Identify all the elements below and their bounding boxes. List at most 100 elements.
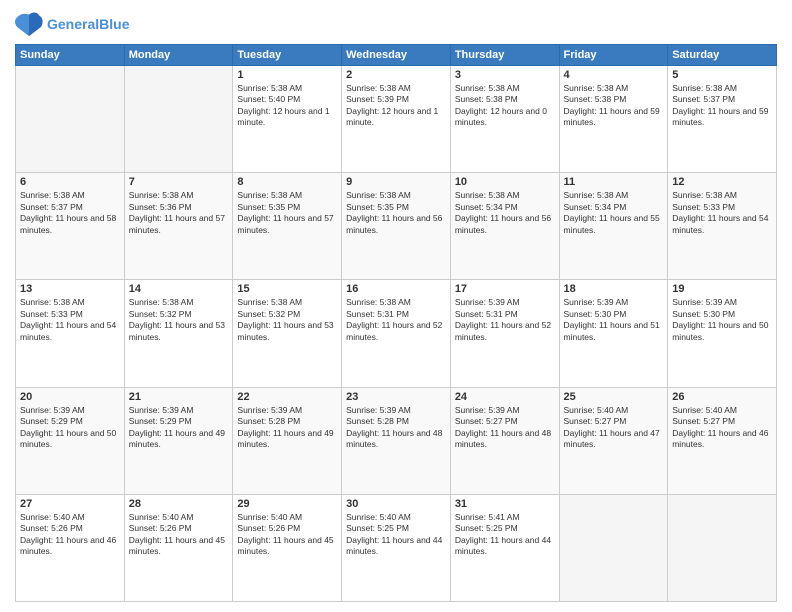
day-info: Sunrise: 5:39 AMSunset: 5:28 PMDaylight:… — [237, 405, 337, 451]
calendar-cell: 8Sunrise: 5:38 AMSunset: 5:35 PMDaylight… — [233, 173, 342, 280]
day-number: 10 — [455, 176, 555, 188]
logo: GeneralBlue — [15, 10, 129, 38]
calendar-cell — [16, 66, 125, 173]
day-info: Sunrise: 5:38 AMSunset: 5:32 PMDaylight:… — [237, 297, 337, 343]
calendar-cell: 17Sunrise: 5:39 AMSunset: 5:31 PMDayligh… — [450, 280, 559, 387]
day-number: 22 — [237, 391, 337, 403]
calendar-cell: 26 Sunrise: 5:40 AMSunset: 5:27 PMDayligh… — [668, 387, 777, 494]
day-number: 19 — [672, 283, 772, 295]
day-info: Sunrise: 5:40 AMSunset: 5:26 PMDaylight:… — [129, 512, 229, 558]
calendar-cell: 4Sunrise: 5:38 AMSunset: 5:38 PMDaylight… — [559, 66, 668, 173]
day-number: 15 — [237, 283, 337, 295]
day-number: 14 — [129, 283, 229, 295]
day-number: 2 — [346, 69, 446, 81]
calendar-cell: 30Sunrise: 5:40 AMSunset: 5:25 PMDayligh… — [342, 494, 451, 601]
day-number: 29 — [237, 498, 337, 510]
header: GeneralBlue — [15, 10, 777, 38]
day-info: Sunrise: 5:40 AMSunset: 5:25 PMDaylight:… — [346, 512, 446, 558]
day-info: Sunrise: 5:39 AMSunset: 5:31 PMDaylight:… — [455, 297, 555, 343]
calendar-cell: 14 Sunrise: 5:38 AMSunset: 5:32 PMDayligh… — [124, 280, 233, 387]
day-info: Sunrise: 5:39 AMSunset: 5:27 PMDaylight:… — [455, 405, 555, 451]
calendar-cell: 6 Sunrise: 5:38 AMSunset: 5:37 PMDaylight… — [16, 173, 125, 280]
calendar-cell: 31Sunrise: 5:41 AMSunset: 5:25 PMDayligh… — [450, 494, 559, 601]
day-info: Sunrise: 5:40 AMSunset: 5:27 PMDaylight:… — [564, 405, 664, 451]
day-number: 5 — [672, 69, 772, 81]
calendar-week-row: 1 Sunrise: 5:38 AMSunset: 5:40 PMDaylight… — [16, 66, 777, 173]
day-number: 20 — [20, 391, 120, 403]
day-number: 26 — [672, 391, 772, 403]
calendar-cell: 10Sunrise: 5:38 AMSunset: 5:34 PMDayligh… — [450, 173, 559, 280]
calendar-cell — [668, 494, 777, 601]
day-info: Sunrise: 5:38 AMSunset: 5:40 PMDaylight:… — [237, 83, 337, 129]
day-number: 9 — [346, 176, 446, 188]
day-number: 24 — [455, 391, 555, 403]
logo-line1: General — [47, 16, 99, 32]
day-info: Sunrise: 5:38 AMSunset: 5:35 PMDaylight:… — [346, 190, 446, 236]
day-info: Sunrise: 5:39 AMSunset: 5:30 PMDaylight:… — [672, 297, 772, 343]
calendar-week-row: 27Sunrise: 5:40 AMSunset: 5:26 PMDayligh… — [16, 494, 777, 601]
day-header-tuesday: Tuesday — [233, 45, 342, 66]
calendar-cell: 18Sunrise: 5:39 AMSunset: 5:30 PMDayligh… — [559, 280, 668, 387]
day-header-thursday: Thursday — [450, 45, 559, 66]
calendar-cell: 29Sunrise: 5:40 AMSunset: 5:26 PMDayligh… — [233, 494, 342, 601]
day-info: Sunrise: 5:38 AMSunset: 5:33 PMDaylight:… — [20, 297, 120, 343]
day-number: 3 — [455, 69, 555, 81]
calendar-header-row: SundayMondayTuesdayWednesdayThursdayFrid… — [16, 45, 777, 66]
calendar-cell: 28 Sunrise: 5:40 AMSunset: 5:26 PMDayligh… — [124, 494, 233, 601]
calendar-cell: 7 Sunrise: 5:38 AMSunset: 5:36 PMDaylight… — [124, 173, 233, 280]
day-info: Sunrise: 5:39 AMSunset: 5:28 PMDaylight:… — [346, 405, 446, 451]
day-header-monday: Monday — [124, 45, 233, 66]
day-info: Sunrise: 5:38 AMSunset: 5:36 PMDaylight:… — [129, 190, 229, 236]
calendar-cell: 3Sunrise: 5:38 AMSunset: 5:38 PMDaylight… — [450, 66, 559, 173]
day-info: Sunrise: 5:40 AMSunset: 5:27 PMDaylight:… — [672, 405, 772, 451]
day-info: Sunrise: 5:39 AMSunset: 5:30 PMDaylight:… — [564, 297, 664, 343]
day-number: 7 — [129, 176, 229, 188]
calendar-cell: 24 Sunrise: 5:39 AMSunset: 5:27 PMDayligh… — [450, 387, 559, 494]
day-header-saturday: Saturday — [668, 45, 777, 66]
day-number: 21 — [129, 391, 229, 403]
day-number: 11 — [564, 176, 664, 188]
logo-text: GeneralBlue — [47, 16, 129, 33]
calendar-week-row: 20 Sunrise: 5:39 AMSunset: 5:29 PMDayligh… — [16, 387, 777, 494]
page: GeneralBlue SundayMondayTuesdayWednesday… — [0, 0, 792, 612]
day-info: Sunrise: 5:38 AMSunset: 5:37 PMDaylight:… — [672, 83, 772, 129]
calendar-cell: 9 Sunrise: 5:38 AMSunset: 5:35 PMDaylight… — [342, 173, 451, 280]
calendar-cell: 25 Sunrise: 5:40 AMSunset: 5:27 PMDayligh… — [559, 387, 668, 494]
calendar-cell: 13 Sunrise: 5:38 AMSunset: 5:33 PMDayligh… — [16, 280, 125, 387]
calendar: SundayMondayTuesdayWednesdayThursdayFrid… — [15, 44, 777, 602]
calendar-cell: 2Sunrise: 5:38 AMSunset: 5:39 PMDaylight… — [342, 66, 451, 173]
day-number: 1 — [237, 69, 337, 81]
day-info: Sunrise: 5:38 AMSunset: 5:34 PMDaylight:… — [564, 190, 664, 236]
day-info: Sunrise: 5:38 AMSunset: 5:38 PMDaylight:… — [564, 83, 664, 129]
day-number: 23 — [346, 391, 446, 403]
calendar-cell: 16Sunrise: 5:38 AMSunset: 5:31 PMDayligh… — [342, 280, 451, 387]
day-header-friday: Friday — [559, 45, 668, 66]
day-info: Sunrise: 5:38 AMSunset: 5:32 PMDaylight:… — [129, 297, 229, 343]
day-number: 16 — [346, 283, 446, 295]
calendar-cell: 11 Sunrise: 5:38 AMSunset: 5:34 PMDayligh… — [559, 173, 668, 280]
calendar-cell — [124, 66, 233, 173]
day-header-sunday: Sunday — [16, 45, 125, 66]
day-number: 12 — [672, 176, 772, 188]
calendar-cell: 15 Sunrise: 5:38 AMSunset: 5:32 PMDayligh… — [233, 280, 342, 387]
calendar-week-row: 6 Sunrise: 5:38 AMSunset: 5:37 PMDaylight… — [16, 173, 777, 280]
calendar-cell — [559, 494, 668, 601]
calendar-cell: 1 Sunrise: 5:38 AMSunset: 5:40 PMDaylight… — [233, 66, 342, 173]
day-info: Sunrise: 5:39 AMSunset: 5:29 PMDaylight:… — [20, 405, 120, 451]
logo-line2: Blue — [99, 16, 129, 32]
day-number: 31 — [455, 498, 555, 510]
day-number: 6 — [20, 176, 120, 188]
day-info: Sunrise: 5:38 AMSunset: 5:35 PMDaylight:… — [237, 190, 337, 236]
day-number: 25 — [564, 391, 664, 403]
day-info: Sunrise: 5:40 AMSunset: 5:26 PMDaylight:… — [20, 512, 120, 558]
day-number: 28 — [129, 498, 229, 510]
calendar-cell: 21 Sunrise: 5:39 AMSunset: 5:29 PMDayligh… — [124, 387, 233, 494]
day-info: Sunrise: 5:38 AMSunset: 5:37 PMDaylight:… — [20, 190, 120, 236]
calendar-cell: 19 Sunrise: 5:39 AMSunset: 5:30 PMDayligh… — [668, 280, 777, 387]
calendar-cell: 20 Sunrise: 5:39 AMSunset: 5:29 PMDayligh… — [16, 387, 125, 494]
logo-icon — [15, 10, 43, 38]
day-number: 13 — [20, 283, 120, 295]
calendar-cell: 27Sunrise: 5:40 AMSunset: 5:26 PMDayligh… — [16, 494, 125, 601]
day-info: Sunrise: 5:39 AMSunset: 5:29 PMDaylight:… — [129, 405, 229, 451]
calendar-week-row: 13 Sunrise: 5:38 AMSunset: 5:33 PMDayligh… — [16, 280, 777, 387]
